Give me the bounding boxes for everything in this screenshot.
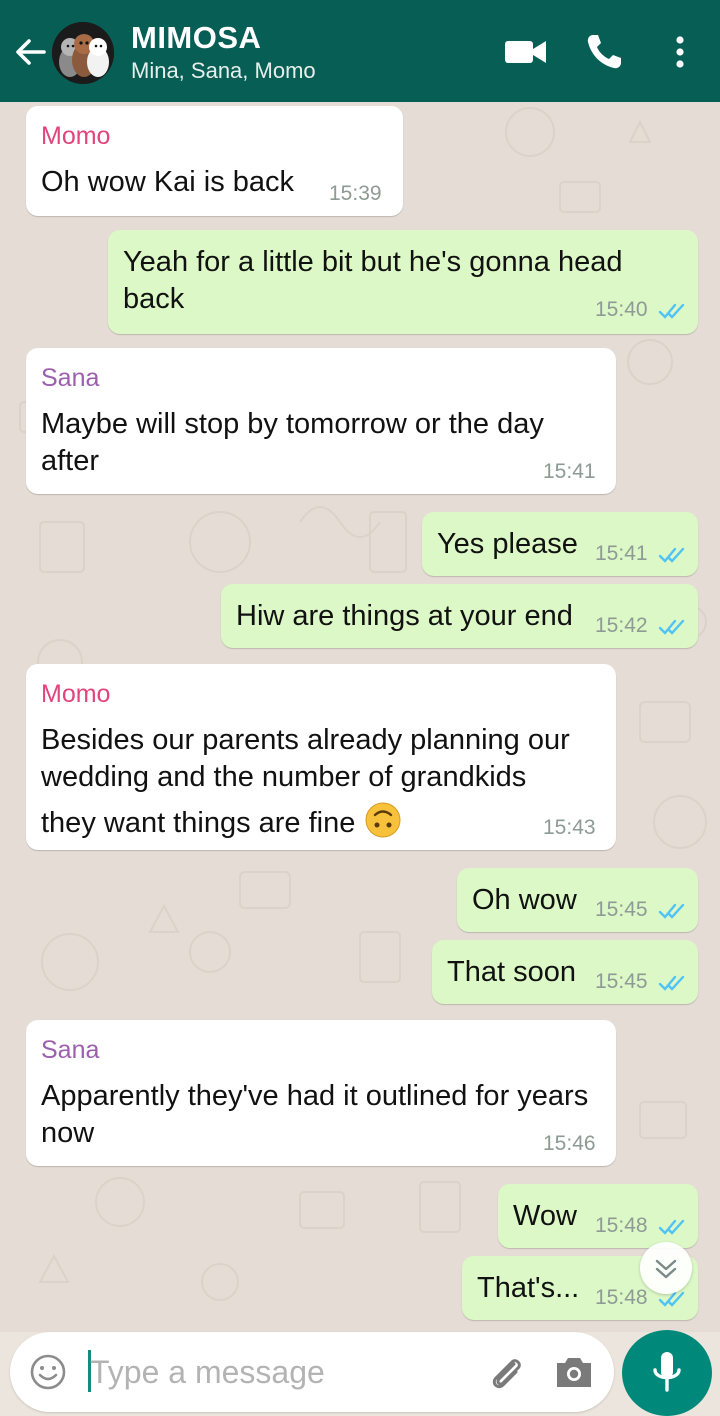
- mic-icon: [653, 1352, 681, 1392]
- voice-record-button[interactable]: [622, 1330, 712, 1416]
- message-bubble[interactable]: Yeah for a little bit but he's gonna hea…: [108, 230, 698, 334]
- message-bubble[interactable]: Wow 15:48: [498, 1184, 698, 1248]
- double-check-icon: [658, 547, 685, 563]
- group-avatar-image: [52, 22, 114, 84]
- message-line: Wow: [513, 1200, 577, 1232]
- emoji-icon[interactable]: [28, 1352, 68, 1392]
- chat-title[interactable]: MIMOSA: [131, 20, 261, 56]
- message-line: Yeah for a little bit but he's gonna hea…: [123, 246, 623, 278]
- message-bubble[interactable]: Yes please 15:41: [422, 512, 698, 576]
- chat-header: MIMOSA Mina, Sana, Momo: [0, 0, 720, 102]
- video-call-icon[interactable]: [502, 28, 550, 76]
- arrow-left-icon[interactable]: [10, 32, 50, 72]
- avatar[interactable]: [52, 22, 114, 84]
- message-text: Maybe will stop by tomorrow or the day a…: [41, 406, 544, 480]
- message-time: 15:45: [595, 898, 648, 921]
- message-composer: Type a message: [10, 1332, 614, 1412]
- message-line: Hiw are things at your end: [236, 600, 573, 632]
- double-check-icon: [658, 903, 685, 919]
- phone-icon[interactable]: [580, 28, 628, 76]
- message-time: 15:41: [543, 460, 596, 483]
- message-text: That soon: [447, 954, 576, 991]
- message-line: now: [41, 1117, 95, 1149]
- message-time: 15:46: [543, 1132, 596, 1155]
- camera-icon[interactable]: [552, 1350, 596, 1394]
- message-bubble[interactable]: Oh wow 15:45: [457, 868, 698, 932]
- message-text: That's...: [477, 1270, 579, 1307]
- message-sender: Momo: [41, 680, 111, 708]
- message-bubble[interactable]: Momo Oh wow Kai is back 15:39: [26, 106, 403, 216]
- message-text: Besides our parents already planning our…: [41, 722, 570, 842]
- message-text: Apparently they've had it outlined for y…: [41, 1078, 588, 1152]
- more-vert-icon[interactable]: [656, 28, 704, 76]
- message-time: 15:39: [329, 182, 382, 205]
- message-sender: Sana: [41, 364, 100, 392]
- message-line-with-emoji: they want things are fine: [41, 796, 570, 842]
- message-line: That soon: [447, 956, 576, 988]
- message-bubble[interactable]: Hiw are things at your end 15:42: [221, 584, 698, 648]
- message-line: Oh wow: [472, 884, 577, 916]
- message-line: Oh wow Kai is back: [41, 166, 295, 198]
- message-line: after: [41, 445, 100, 477]
- message-text: Oh wow: [472, 882, 577, 919]
- message-bubble[interactable]: Sana Maybe will stop by tomorrow or the …: [26, 348, 616, 494]
- upside-down-face-icon: [365, 802, 401, 838]
- chevron-double-down-icon: [655, 1259, 677, 1279]
- message-text: Yeah for a little bit but he's gonna hea…: [123, 244, 622, 318]
- message-time: 15:48: [595, 1214, 648, 1237]
- message-line: That's...: [477, 1272, 580, 1304]
- message-time: 15:42: [595, 614, 648, 637]
- double-check-icon: [658, 1219, 685, 1235]
- message-time: 15:40: [595, 298, 648, 321]
- message-line: back: [123, 283, 185, 315]
- message-line: Apparently they've had it outlined for y…: [41, 1080, 589, 1112]
- scroll-to-bottom-button[interactable]: [640, 1242, 692, 1294]
- message-line: wedding and the number of grandkids: [41, 761, 527, 793]
- message-bubble[interactable]: Momo Besides our parents already plannin…: [26, 664, 616, 850]
- double-check-icon: [658, 975, 685, 991]
- paperclip-icon[interactable]: [484, 1350, 528, 1394]
- message-time: 15:43: [543, 816, 596, 839]
- message-text: Hiw are things at your end: [236, 598, 573, 635]
- message-list[interactable]: Momo Oh wow Kai is back 15:39 Yeah for a…: [0, 102, 720, 1332]
- message-line: Besides our parents already planning our: [41, 724, 570, 756]
- message-input[interactable]: Type a message: [90, 1354, 325, 1391]
- message-sender: Sana: [41, 1036, 100, 1064]
- message-text: Oh wow Kai is back: [41, 164, 294, 201]
- message-bubble[interactable]: Sana Apparently they've had it outlined …: [26, 1020, 616, 1166]
- message-bubble[interactable]: That soon 15:45: [432, 940, 698, 1004]
- message-text: Yes please: [437, 526, 578, 563]
- message-time: 15:41: [595, 542, 648, 565]
- double-check-icon: [658, 619, 685, 635]
- message-text: Wow: [513, 1198, 577, 1235]
- chat-participants[interactable]: Mina, Sana, Momo: [131, 58, 316, 84]
- message-line: Yes please: [437, 528, 578, 560]
- message-line: Maybe will stop by tomorrow or the day: [41, 408, 544, 440]
- message-line: they want things are fine: [41, 807, 356, 839]
- double-check-icon: [658, 303, 685, 319]
- message-time: 15:45: [595, 970, 648, 993]
- message-sender: Momo: [41, 122, 111, 150]
